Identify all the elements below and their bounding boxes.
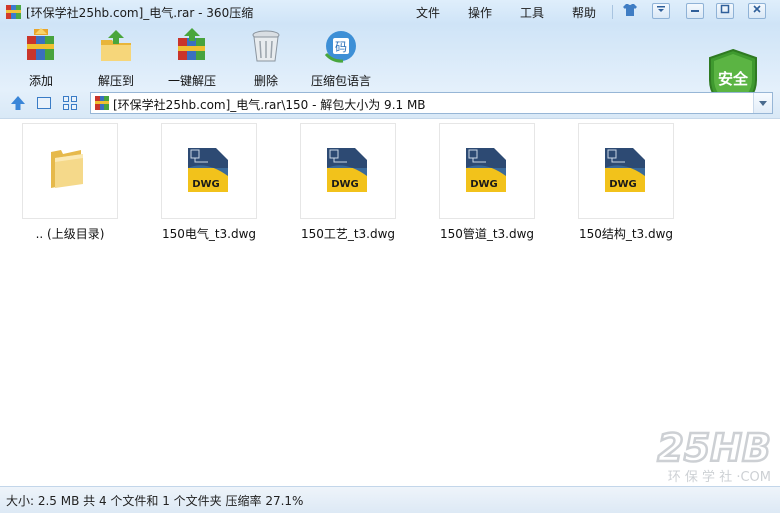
file-name: .. (上级目录): [35, 227, 105, 241]
add-archive-icon: [23, 28, 59, 64]
svg-text:DWG: DWG: [192, 179, 220, 190]
svg-text:DWG: DWG: [331, 179, 359, 190]
file-item[interactable]: DWG 150结构_t3.dwg: [566, 123, 686, 242]
menu-action[interactable]: 操作: [468, 4, 492, 21]
address-bar[interactable]: [环保学社25hb.com]_电气.rar\150 - 解包大小为 9.1 MB: [90, 92, 773, 114]
winrar-app-icon: [6, 5, 21, 19]
address-row: [环保学社25hb.com]_电气.rar\150 - 解包大小为 9.1 MB: [0, 90, 780, 118]
dwg-file-icon: DWG: [603, 146, 647, 194]
file-item[interactable]: DWG 150工艺_t3.dwg: [288, 123, 408, 242]
file-list: .. (上级目录) DWG 150电气_t3.dwg DWG 150工艺_t3.…: [0, 118, 780, 487]
add-button[interactable]: 添加: [11, 28, 71, 89]
skin-shirt-icon[interactable]: [621, 3, 639, 19]
25hb-watermark-logo: 25HB 环 保 学 社 ·COM: [599, 425, 774, 485]
up-arrow-icon[interactable]: [10, 95, 26, 111]
delete-icon: [248, 28, 284, 64]
rar-archive-icon: [95, 96, 109, 110]
one-click-extract-icon: [174, 28, 210, 64]
close-button[interactable]: [748, 3, 766, 19]
app-window: [环保学社25hb.com]_电气.rar - 360压缩 文件 操作 工具 帮…: [0, 0, 780, 513]
address-path: [环保学社25hb.com]_电气.rar\150 - 解包大小为 9.1 MB: [113, 98, 426, 112]
one-click-extract-button[interactable]: 一键解压: [162, 28, 222, 89]
svg-text:DWG: DWG: [470, 179, 498, 190]
menu-help[interactable]: 帮助: [572, 4, 596, 21]
menu-tools[interactable]: 工具: [520, 4, 544, 21]
delete-button[interactable]: 删除: [236, 28, 296, 89]
status-text: 大小: 2.5 MB 共 4 个文件和 1 个文件夹 压缩率 27.1%: [6, 494, 304, 508]
svg-text:码: 码: [335, 40, 347, 54]
address-dropdown-button[interactable]: [753, 93, 772, 113]
file-item[interactable]: DWG 150电气_t3.dwg: [149, 123, 269, 242]
svg-text:DWG: DWG: [609, 179, 637, 190]
folder-icon: [47, 148, 87, 190]
file-item-parent-folder[interactable]: .. (上级目录): [10, 123, 130, 242]
svg-text:25HB: 25HB: [657, 427, 771, 470]
view-large-icon[interactable]: [36, 95, 52, 111]
menu-file[interactable]: 文件: [416, 4, 440, 21]
extract-to-button[interactable]: 解压到: [86, 28, 146, 89]
archive-language-button[interactable]: 码 压缩包语言: [311, 28, 371, 89]
file-item[interactable]: DWG 150管道_t3.dwg: [427, 123, 547, 242]
file-name: 150工艺_t3.dwg: [300, 227, 396, 241]
dwg-file-icon: DWG: [464, 146, 508, 194]
archive-language-icon: 码: [323, 28, 359, 64]
view-grid-icon[interactable]: [62, 95, 78, 111]
dwg-file-icon: DWG: [186, 146, 230, 194]
status-bar: 大小: 2.5 MB 共 4 个文件和 1 个文件夹 压缩率 27.1%: [0, 486, 780, 513]
menu-dropdown-icon[interactable]: [652, 3, 670, 19]
security-label: 安全: [717, 70, 748, 88]
extract-to-icon: [98, 28, 134, 64]
file-name: 150结构_t3.dwg: [578, 227, 674, 241]
toolbar: 添加 解压到 一键解压 删除 码 压缩包语言 安全: [0, 24, 780, 112]
minimize-button[interactable]: [686, 3, 704, 19]
svg-text:环 保 学 社 ·COM: 环 保 学 社 ·COM: [668, 469, 771, 485]
file-name: 150电气_t3.dwg: [161, 227, 257, 241]
file-name: 150管道_t3.dwg: [439, 227, 535, 241]
title-bar: [环保学社25hb.com]_电气.rar - 360压缩 文件 操作 工具 帮…: [0, 0, 780, 24]
dwg-file-icon: DWG: [325, 146, 369, 194]
window-title: [环保学社25hb.com]_电气.rar - 360压缩: [26, 6, 254, 20]
maximize-button[interactable]: [716, 3, 734, 19]
